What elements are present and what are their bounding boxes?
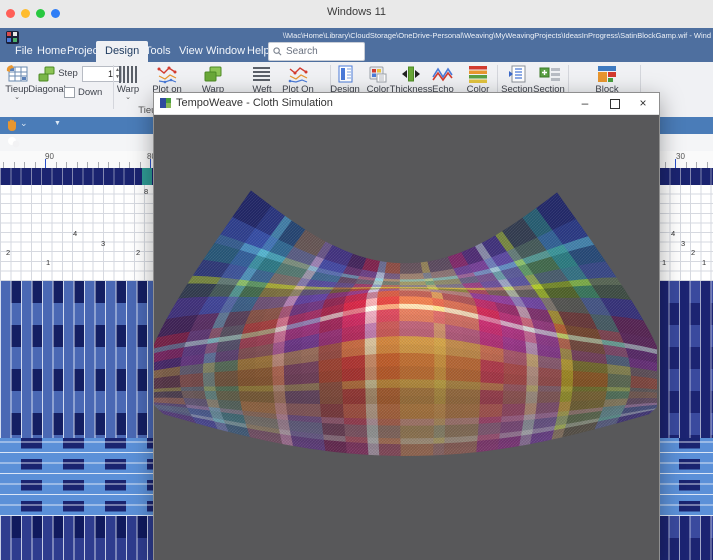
- search-placeholder: Search: [286, 46, 318, 57]
- search-icon: [273, 47, 282, 56]
- macos-titlebar: Windows 11: [0, 0, 713, 29]
- screen-root: Windows 11 \\Mac\Home\Library\CloudStora…: [0, 0, 713, 560]
- threading-shaft-number: 8: [144, 187, 148, 196]
- thickness-icon: [400, 65, 422, 83]
- hand-tool-icon[interactable]: [5, 119, 18, 132]
- drawdown-right-c[interactable]: [658, 516, 713, 560]
- tieup-icon: [5, 64, 29, 83]
- weft-lines-icon: [253, 67, 270, 83]
- plot-on-icon: [288, 64, 309, 84]
- threading-shaft-number: 1: [702, 258, 706, 267]
- section-icon: [507, 65, 527, 83]
- step-spinner[interactable]: 1▲▼: [82, 66, 122, 82]
- ruler-number: 90: [45, 152, 54, 161]
- threading-shaft-number: 1: [662, 258, 666, 267]
- drawdown-teal-stripe: [142, 281, 152, 560]
- section-add-icon: [539, 65, 561, 83]
- search-input[interactable]: Search: [268, 42, 365, 61]
- drawdown-right-b[interactable]: [658, 438, 713, 516]
- document-path: \\Mac\Home\Library\CloudStorage\OneDrive…: [151, 31, 711, 40]
- maximize-button[interactable]: [599, 93, 629, 114]
- design-icon: [337, 65, 354, 83]
- sim-window-titlebar[interactable]: TempoWeave - Cloth Simulation – ×: [154, 93, 659, 115]
- threading-shaft-number: 2: [691, 248, 695, 257]
- threading-shaft-number: 1: [46, 258, 50, 267]
- close-button[interactable]: ×: [628, 93, 658, 114]
- warp-lines-icon: [119, 66, 137, 83]
- color-stripes-icon: [467, 64, 489, 84]
- plot-on-icon: [157, 64, 178, 84]
- block-icon: [595, 64, 620, 84]
- palette-tool-icon[interactable]: [7, 136, 21, 149]
- chevron-down-icon[interactable]: ⌄: [20, 118, 28, 129]
- cloth-3d-view[interactable]: [154, 114, 657, 560]
- sim-window-title: TempoWeave - Cloth Simulation: [176, 97, 333, 109]
- chevron-down-icon[interactable]: ⌄: [118, 93, 138, 101]
- warp-teal-stripe: [142, 168, 152, 185]
- warp-green-icon: [202, 65, 224, 83]
- tempoweave-icon: [160, 98, 171, 109]
- drawdown-block-a[interactable]: [0, 281, 153, 438]
- threading-shaft-number: 3: [681, 239, 685, 248]
- vm-window-title: Windows 11: [0, 6, 713, 18]
- down-checkbox[interactable]: [64, 87, 75, 98]
- threading-shaft-number: 2: [136, 248, 140, 257]
- threading-shaft-number: 4: [73, 229, 77, 238]
- threading-shaft-number: 2: [6, 248, 10, 257]
- drawdown-block-b[interactable]: [0, 438, 153, 516]
- echo-icon: [432, 65, 453, 83]
- threading-shaft-number: 3: [101, 239, 105, 248]
- drawdown-right-a[interactable]: [658, 281, 713, 438]
- color-palette-icon: [368, 65, 388, 83]
- minimize-button[interactable]: –: [570, 93, 600, 114]
- maximize-box-icon: [610, 99, 620, 109]
- weave-texture-overlay: [154, 191, 657, 456]
- threading-shaft-number: 4: [671, 229, 675, 238]
- ruler-number: 30: [676, 152, 685, 161]
- drawdown-block-c[interactable]: [0, 516, 153, 560]
- cloth-simulation-window: TempoWeave - Cloth Simulation – ×: [153, 92, 660, 560]
- dropdown-arrow-icon[interactable]: ▼: [54, 120, 61, 127]
- app-titlebar: \\Mac\Home\Library\CloudStorage\OneDrive…: [0, 28, 713, 62]
